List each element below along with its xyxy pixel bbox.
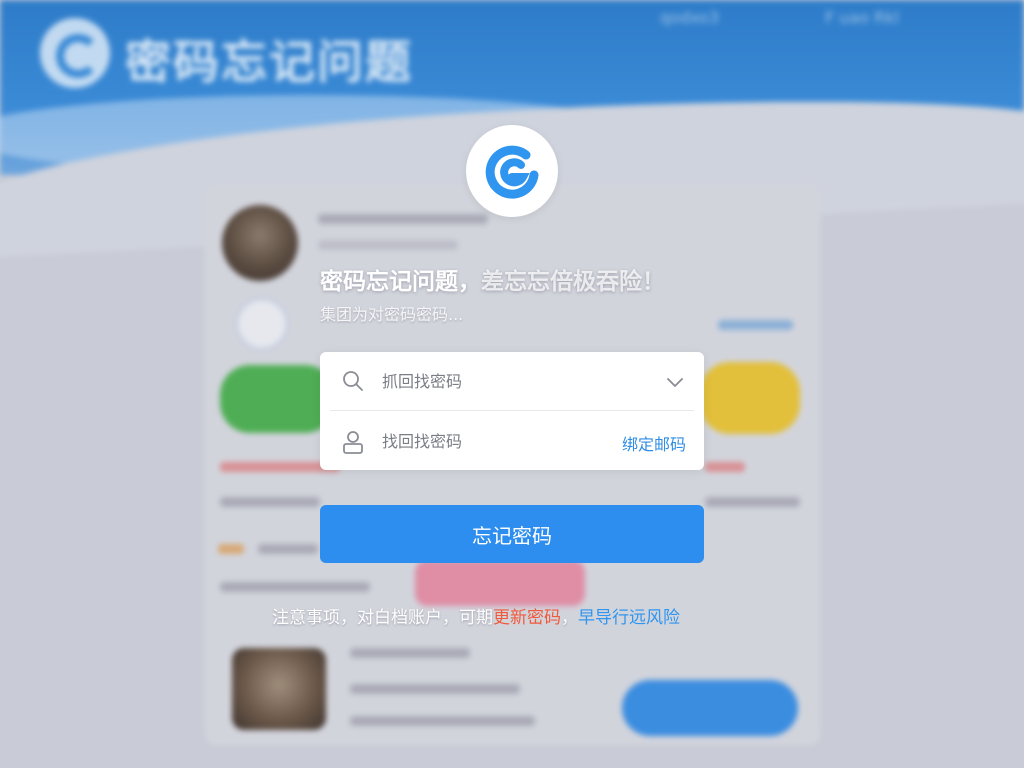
brand-swirl-icon bbox=[485, 145, 539, 199]
headline-main: 密码忘记问题， bbox=[320, 269, 481, 295]
background-blue-button bbox=[622, 680, 798, 736]
background-green-button bbox=[220, 365, 335, 433]
background-top-link: F uao Rkl bbox=[825, 8, 899, 27]
screen: 密码忘记问题 qodxo3 F uao Rkl 密码忘记问题，差忘忘倍极吞险！ bbox=[0, 0, 1024, 768]
notice-prefix: 注意事项，对白档账户，可期 bbox=[272, 608, 493, 628]
risk-link[interactable]: 早导行远风险 bbox=[578, 608, 680, 628]
headline-overlay-text: 差忘忘倍极吞险！ bbox=[481, 269, 665, 295]
background-avatar bbox=[222, 205, 298, 281]
background-round-icon bbox=[236, 298, 288, 350]
account-input[interactable] bbox=[382, 366, 622, 396]
user-icon bbox=[342, 430, 364, 458]
account-select-field[interactable] bbox=[320, 352, 704, 410]
brand-logo bbox=[466, 125, 558, 217]
divider bbox=[330, 410, 694, 411]
notice-text: 注意事项，对白档账户，可期更新密码，早导行远风险 bbox=[272, 603, 680, 628]
background-pink-button bbox=[415, 560, 585, 606]
notice-comma: ， bbox=[561, 608, 578, 628]
background-photo bbox=[232, 648, 326, 730]
search-icon bbox=[342, 370, 364, 396]
recovery-form: 绑定邮码 bbox=[320, 352, 704, 470]
recovery-input[interactable] bbox=[382, 426, 622, 456]
page-subtitle: 集团为对密码密码... bbox=[320, 305, 464, 324]
update-password-link[interactable]: 更新密码 bbox=[493, 608, 561, 628]
background-top-link: qodxo3 bbox=[660, 8, 720, 27]
bind-email-link[interactable]: 绑定邮码 bbox=[622, 431, 686, 455]
background-logo-icon bbox=[40, 18, 110, 88]
forgot-password-button[interactable]: 忘记密码 bbox=[320, 505, 704, 563]
background-title: 密码忘记问题 bbox=[125, 35, 413, 89]
page-headline: 密码忘记问题，差忘忘倍极吞险！ bbox=[320, 262, 665, 296]
recovery-field[interactable]: 绑定邮码 bbox=[320, 412, 704, 470]
chevron-down-icon[interactable] bbox=[666, 374, 684, 393]
background-yellow-button bbox=[700, 362, 800, 434]
